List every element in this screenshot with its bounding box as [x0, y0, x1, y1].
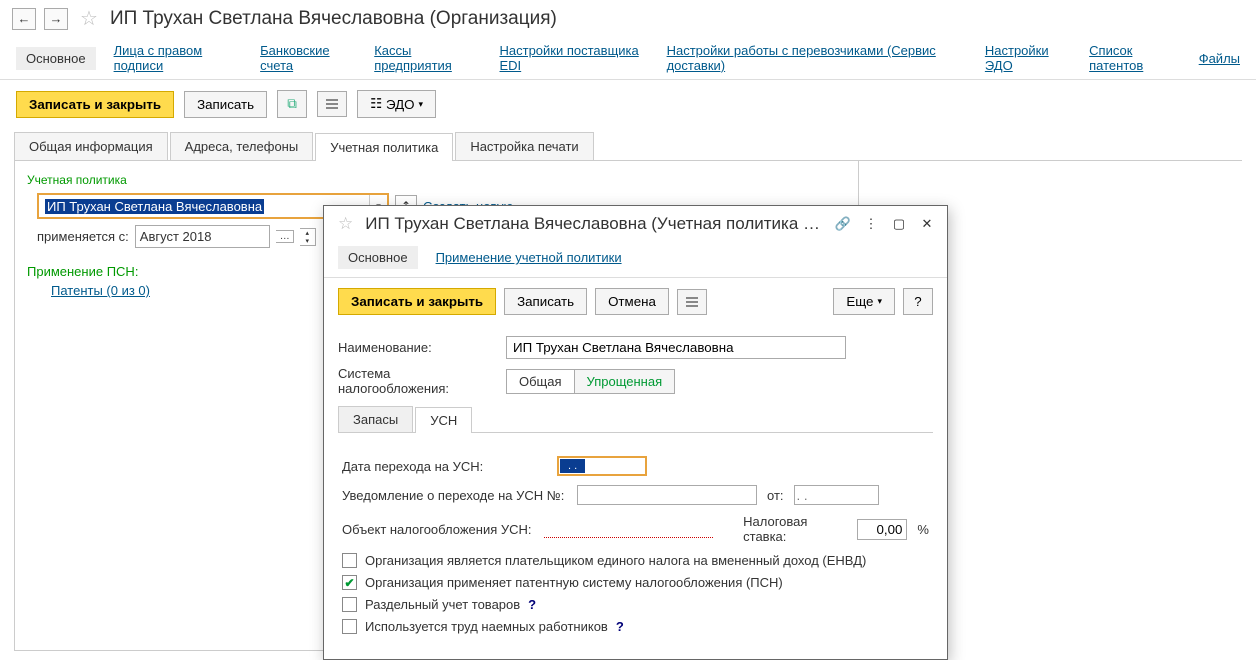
dialog-nav-apply[interactable]: Применение учетной политики — [436, 250, 622, 265]
tax-system-toggle[interactable]: Общая Упрощенная — [506, 369, 675, 394]
favorite-star-icon[interactable]: ☆ — [80, 6, 98, 31]
nav-link-signers[interactable]: Лица с правом подписи — [114, 43, 243, 73]
usn-from-label: от: — [767, 488, 784, 503]
dialog-nav-main[interactable]: Основное — [338, 246, 418, 269]
date-picker-button[interactable]: … — [276, 230, 294, 243]
accounting-policy-dialog: ☆ ИП Трухан Светлана Вячеславовна (Учетн… — [323, 205, 948, 660]
tax-general-option[interactable]: Общая — [507, 370, 575, 393]
tab-general[interactable]: Общая информация — [14, 132, 168, 160]
help-workers-icon[interactable]: ? — [616, 619, 624, 634]
checkbox-envd[interactable] — [342, 553, 357, 568]
page-title: ИП Трухан Светлана Вячеславовна (Организ… — [110, 8, 557, 30]
usn-object-input[interactable] — [544, 520, 713, 538]
dialog-name-label: Наименование: — [338, 340, 498, 355]
forward-button[interactable]: → — [44, 8, 68, 30]
inner-tab-stocks[interactable]: Запасы — [338, 406, 413, 432]
nav-link-delivery[interactable]: Настройки работы с перевозчиками (Сервис… — [667, 43, 967, 73]
usn-date-input[interactable]: . . — [557, 456, 647, 476]
dialog-star-icon[interactable]: ☆ — [338, 214, 353, 234]
nav-link-edi[interactable]: Настройки поставщика EDI — [500, 43, 649, 73]
dialog-save-button[interactable]: Записать — [504, 288, 587, 315]
dialog-cancel-button[interactable]: Отмена — [595, 288, 669, 315]
back-button[interactable]: ← — [12, 8, 36, 30]
dialog-save-close-button[interactable]: Записать и закрыть — [338, 288, 496, 315]
tab-print-settings[interactable]: Настройка печати — [455, 132, 593, 160]
tax-simplified-option[interactable]: Упрощенная — [575, 370, 675, 393]
nav-link-bank[interactable]: Банковские счета — [260, 43, 356, 73]
save-close-button[interactable]: Записать и закрыть — [16, 91, 174, 118]
nav-link-patents[interactable]: Список патентов — [1089, 43, 1181, 73]
dialog-more-button[interactable]: Еще ▾ — [833, 288, 895, 315]
usn-notice-label: Уведомление о переходе на УСН №: — [342, 488, 567, 503]
usn-rate-input[interactable] — [857, 519, 907, 540]
tab-accounting-policy[interactable]: Учетная политика — [315, 133, 453, 161]
checkbox-psn[interactable]: ✔ — [342, 575, 357, 590]
maximize-icon[interactable]: ▢ — [889, 215, 909, 233]
checkbox-psn-label: Организация применяет патентную систему … — [365, 575, 783, 590]
usn-rate-label: Налоговая ставка: — [743, 514, 847, 544]
link-icon[interactable]: 🔗 — [833, 215, 853, 233]
nav-link-cash[interactable]: Кассы предприятия — [374, 43, 481, 73]
list-button[interactable] — [317, 91, 347, 117]
applies-from-input[interactable]: Август 2018 — [135, 225, 270, 248]
checkbox-workers[interactable] — [342, 619, 357, 634]
policy-section-label: Учетная политика — [27, 173, 846, 187]
dialog-name-input[interactable] — [506, 336, 846, 359]
checkbox-separate[interactable] — [342, 597, 357, 612]
dialog-list-button[interactable] — [677, 289, 707, 315]
close-icon[interactable]: ✕ — [917, 215, 937, 233]
usn-from-input[interactable] — [794, 485, 879, 505]
nav-link-edo[interactable]: Настройки ЭДО — [985, 43, 1071, 73]
copy-button[interactable]: ⧉ — [277, 90, 307, 118]
dialog-help-button[interactable]: ? — [903, 288, 933, 315]
dialog-title: ИП Трухан Светлана Вячеславовна (Учетная… — [365, 214, 825, 234]
tab-addresses[interactable]: Адреса, телефоны — [170, 132, 314, 160]
applies-from-label: применяется с: — [37, 229, 129, 244]
tax-system-label: Система налогообложения: — [338, 366, 498, 396]
usn-notice-input[interactable] — [577, 485, 757, 505]
nav-link-files[interactable]: Файлы — [1199, 51, 1240, 66]
menu-icon[interactable]: ⋮ — [861, 215, 881, 233]
checkbox-workers-label: Используется труд наемных работников — [365, 619, 608, 634]
percent-label: % — [917, 522, 929, 537]
save-button[interactable]: Записать — [184, 91, 267, 118]
nav-main[interactable]: Основное — [16, 47, 96, 70]
date-spinner[interactable]: ▴▾ — [300, 228, 316, 246]
help-separate-icon[interactable]: ? — [528, 597, 536, 612]
usn-object-label: Объект налогообложения УСН: — [342, 522, 534, 537]
checkbox-separate-label: Раздельный учет товаров — [365, 597, 520, 612]
inner-tab-usn[interactable]: УСН — [415, 407, 472, 433]
checkbox-envd-label: Организация является плательщиком единог… — [365, 553, 866, 568]
edo-button[interactable]: ☷ЭДО▾ — [357, 90, 436, 118]
usn-date-label: Дата перехода на УСН: — [342, 459, 547, 474]
